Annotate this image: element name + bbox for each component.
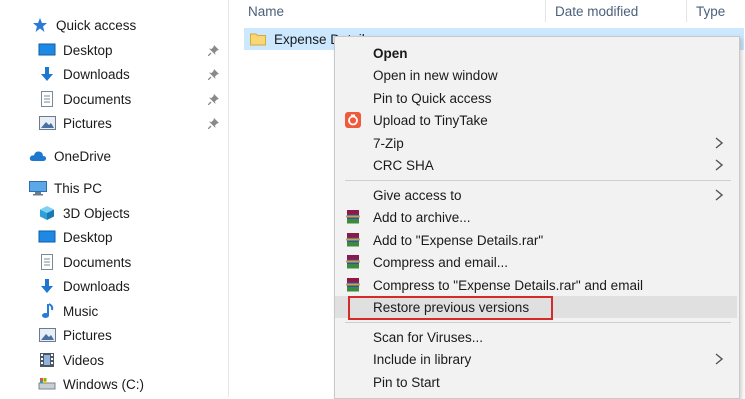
music-icon: [38, 303, 56, 319]
navigation-pane: Quick access Desktop Downloads Documents…: [0, 0, 229, 397]
computer-icon: [29, 180, 47, 196]
menu-item-label: Upload to TinyTake: [373, 112, 488, 128]
menu-item-label: Open in new window: [373, 67, 498, 83]
nav-label: 3D Objects: [63, 205, 130, 221]
document-icon: [38, 254, 56, 270]
nav-quick-downloads[interactable]: Downloads: [38, 63, 130, 85]
document-icon: [38, 91, 56, 107]
download-arrow-icon: [38, 66, 56, 82]
pin-icon[interactable]: [207, 68, 219, 80]
pictures-icon: [38, 327, 56, 343]
menu-item-label: Scan for Viruses...: [373, 329, 484, 345]
column-header-type[interactable]: Type: [696, 2, 725, 20]
menu-item-open-in-new-window[interactable]: Open in new window: [335, 64, 737, 86]
column-headers: Name Date modified Type: [229, 0, 745, 22]
nav-pc-3d-objects[interactable]: 3D Objects: [38, 202, 130, 224]
tinytake-icon: [345, 112, 361, 128]
nav-quick-desktop[interactable]: Desktop: [38, 39, 113, 61]
menu-separator: [345, 322, 731, 323]
context-menu: Open Open in new window Pin to Quick acc…: [334, 36, 740, 399]
nav-pc-pictures[interactable]: Pictures: [38, 324, 112, 346]
nav-label: Music: [63, 303, 99, 319]
nav-pc-desktop[interactable]: Desktop: [38, 226, 113, 248]
chevron-right-icon: [715, 353, 724, 368]
chevron-right-icon: [715, 137, 724, 152]
star-icon: [31, 17, 49, 33]
menu-item-pin-to-quick-access[interactable]: Pin to Quick access: [335, 87, 737, 109]
menu-item-label: Pin to Start: [373, 374, 440, 390]
nav-pc-downloads[interactable]: Downloads: [38, 275, 130, 297]
nav-quick-pictures[interactable]: Pictures: [38, 112, 112, 134]
menu-item-restore-previous-versions[interactable]: Restore previous versions: [335, 296, 737, 318]
menu-item-open[interactable]: Open: [335, 42, 737, 64]
menu-item-give-access-to[interactable]: Give access to: [335, 184, 737, 206]
nav-label: Documents: [63, 91, 132, 107]
menu-item-label: Compress to "Expense Details.rar" and em…: [373, 277, 643, 293]
chevron-right-icon: [715, 189, 724, 204]
menu-item-label: Give access to: [373, 187, 462, 203]
menu-item-label: 7-Zip: [373, 135, 404, 151]
menu-item-scan-for-viruses[interactable]: Scan for Viruses...: [335, 326, 737, 348]
menu-separator: [345, 180, 731, 181]
pictures-icon: [38, 115, 56, 131]
nav-quick-access[interactable]: Quick access: [31, 14, 136, 36]
videos-icon: [38, 352, 56, 368]
pin-icon[interactable]: [207, 44, 219, 56]
menu-item-upload-to-tinytake[interactable]: Upload to TinyTake: [335, 109, 737, 131]
menu-item-label: Add to archive...: [373, 209, 471, 225]
winrar-icon: [345, 232, 361, 248]
nav-this-pc[interactable]: This PC: [29, 177, 102, 199]
nav-pc-windows-c[interactable]: Windows (C:): [38, 373, 144, 395]
nav-quick-documents[interactable]: Documents: [38, 88, 131, 110]
nav-pc-videos[interactable]: Videos: [38, 349, 104, 371]
nav-label: Pictures: [63, 327, 112, 343]
cloud-icon: [29, 148, 47, 164]
column-divider[interactable]: [545, 0, 546, 22]
pin-icon[interactable]: [207, 117, 219, 129]
menu-item-label: Add to "Expense Details.rar": [373, 232, 544, 248]
nav-pc-music[interactable]: Music: [38, 300, 98, 322]
menu-item-label: Open: [373, 45, 408, 61]
menu-item-include-in-library[interactable]: Include in library: [335, 348, 737, 370]
download-arrow-icon: [38, 278, 56, 294]
nav-pc-documents[interactable]: Documents: [38, 251, 131, 273]
3d-objects-icon: [38, 205, 56, 221]
nav-label: Desktop: [63, 42, 113, 58]
winrar-icon: [345, 277, 361, 293]
menu-item-label: Pin to Quick access: [373, 90, 492, 106]
column-divider[interactable]: [686, 0, 687, 22]
menu-item-pin-to-start[interactable]: Pin to Start: [335, 371, 737, 393]
menu-item-label: CRC SHA: [373, 157, 434, 173]
nav-label: OneDrive: [54, 148, 112, 164]
menu-item-compress-to-rar-and-email[interactable]: Compress to "Expense Details.rar" and em…: [335, 274, 737, 296]
nav-label: Downloads: [63, 278, 130, 294]
menu-item-add-to-rar[interactable]: Add to "Expense Details.rar": [335, 229, 737, 251]
desktop-icon: [38, 229, 56, 245]
nav-label: This PC: [54, 180, 103, 196]
nav-label: Quick access: [56, 17, 137, 33]
menu-item-crc-sha[interactable]: CRC SHA: [335, 154, 737, 176]
nav-label: Downloads: [63, 66, 130, 82]
column-header-name[interactable]: Name: [248, 2, 284, 20]
menu-item-label: Compress and email...: [373, 254, 509, 270]
nav-onedrive[interactable]: OneDrive: [29, 145, 111, 167]
nav-label: Videos: [63, 352, 105, 368]
menu-item-label: Include in library: [373, 351, 472, 367]
menu-item-label: Restore previous versions: [373, 299, 530, 315]
nav-label: Windows (C:): [63, 376, 145, 392]
nav-label: Pictures: [63, 115, 112, 131]
desktop-icon: [38, 42, 56, 58]
nav-label: Documents: [63, 254, 132, 270]
column-header-date-modified[interactable]: Date modified: [555, 2, 638, 20]
menu-item-add-to-archive[interactable]: Add to archive...: [335, 206, 737, 228]
folder-icon: [250, 32, 266, 46]
winrar-icon: [345, 209, 361, 225]
chevron-right-icon: [715, 159, 724, 174]
drive-icon: [38, 376, 56, 392]
nav-label: Desktop: [63, 229, 113, 245]
menu-item-compress-and-email[interactable]: Compress and email...: [335, 251, 737, 273]
winrar-icon: [345, 254, 361, 270]
pin-icon[interactable]: [207, 93, 219, 105]
menu-item-7-zip[interactable]: 7-Zip: [335, 132, 737, 154]
